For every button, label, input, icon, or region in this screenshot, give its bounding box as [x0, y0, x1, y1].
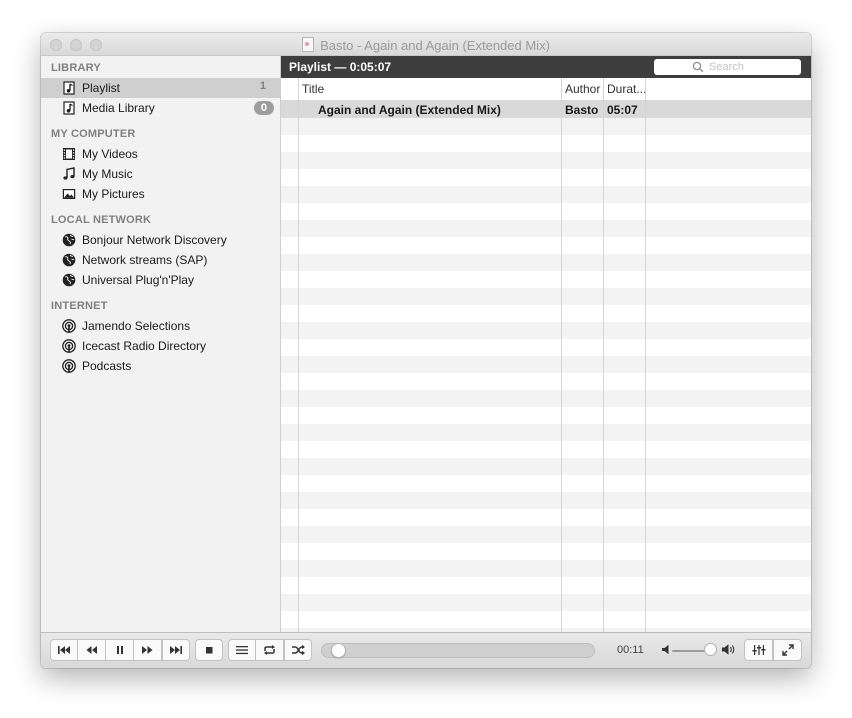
sidebar-item-jamendo[interactable]: Jamendo Selections — [41, 316, 280, 336]
control-bar: 00:11 — [41, 632, 811, 668]
skip-forward-icon — [170, 646, 182, 654]
pause-button[interactable] — [106, 639, 134, 661]
section-local-network: LOCAL NETWORK — [51, 214, 152, 226]
volume-mute-icon[interactable] — [662, 644, 670, 655]
podcast-icon — [62, 339, 76, 353]
sidebar-item-my-music[interactable]: My Music — [41, 164, 280, 184]
section-library: LIBRARY — [51, 62, 101, 74]
sidebar-item-icecast[interactable]: Icecast Radio Directory — [41, 336, 280, 356]
playlist-toggle-button[interactable] — [228, 639, 256, 661]
playlist-rows — [281, 101, 811, 632]
window-title-text: Basto - Again and Again (Extended Mix) — [320, 38, 550, 53]
music-note-icon — [63, 167, 75, 180]
repeat-button[interactable] — [256, 639, 284, 661]
pause-icon — [116, 646, 123, 654]
sidebar-item-sap[interactable]: Network streams (SAP) — [41, 250, 280, 270]
repeat-icon — [264, 645, 275, 655]
next-track-button[interactable] — [162, 639, 190, 661]
podcast-icon — [62, 359, 76, 373]
column-divider — [603, 78, 604, 632]
section-my-computer: MY COMPUTER — [51, 128, 136, 140]
volume-max-icon[interactable] — [722, 643, 736, 656]
podcast-icon — [62, 319, 76, 333]
column-divider — [298, 78, 299, 632]
sidebar-item-label: Bonjour Network Discovery — [82, 233, 227, 247]
network-globe-icon — [62, 233, 76, 247]
media-library-icon — [63, 101, 75, 115]
sidebar-item-label: Icecast Radio Directory — [82, 339, 207, 353]
fast-forward-button[interactable] — [134, 639, 162, 661]
sidebar-item-label: Jamendo Selections — [82, 319, 191, 333]
title-bar: Basto - Again and Again (Extended Mix) — [41, 33, 811, 56]
playback-progress-slider[interactable] — [321, 643, 595, 658]
column-header-author[interactable]: Author — [565, 82, 600, 96]
sidebar-item-my-pictures[interactable]: My Pictures — [41, 184, 280, 204]
count-badge: 0 — [253, 101, 274, 115]
stop-button[interactable] — [195, 639, 223, 661]
sidebar-item-my-videos[interactable]: My Videos — [41, 144, 280, 164]
rewind-icon — [86, 646, 97, 654]
fast-forward-icon — [142, 646, 153, 654]
row-author: Basto — [565, 103, 599, 117]
column-header-duration[interactable]: Durat... — [607, 82, 646, 96]
shuffle-button[interactable] — [284, 639, 312, 661]
search-placeholder: Search — [709, 61, 744, 73]
window-title: Basto - Again and Again (Extended Mix) — [41, 37, 811, 53]
sidebar-item-bonjour[interactable]: Bonjour Network Discovery — [41, 230, 280, 250]
progress-knob[interactable] — [331, 643, 346, 658]
vlc-window: Basto - Again and Again (Extended Mix) L… — [41, 33, 811, 668]
row-duration: 05:07 — [607, 103, 638, 117]
playlist-panel: Playlist — 0:05:07 Search Title Author D… — [281, 56, 811, 632]
list-icon — [236, 646, 248, 655]
search-field[interactable]: Search — [654, 59, 801, 75]
playlist-title: Playlist — 0:05:07 — [289, 60, 392, 74]
sidebar-item-label: Network streams (SAP) — [82, 253, 208, 267]
previous-track-button[interactable] — [50, 639, 78, 661]
sidebar-item-upnp[interactable]: Universal Plug'n'Play — [41, 270, 280, 290]
fullscreen-icon — [781, 644, 794, 656]
film-icon — [63, 148, 75, 160]
section-internet: INTERNET — [51, 300, 108, 312]
row-title: Again and Again (Extended Mix) — [318, 103, 501, 117]
column-divider — [645, 78, 646, 632]
column-divider — [561, 78, 562, 632]
sidebar-item-label: My Music — [82, 167, 133, 181]
equalizer-icon — [752, 645, 765, 655]
sidebar-item-label: My Pictures — [82, 187, 145, 201]
table-row[interactable]: Again and Again (Extended Mix) Basto 05:… — [281, 101, 811, 118]
sidebar-item-media-library[interactable]: Media Library 0 — [41, 98, 280, 118]
sidebar-item-playlist[interactable]: Playlist 1 — [41, 78, 280, 98]
fullscreen-button[interactable] — [773, 639, 802, 661]
sidebar-item-label: Podcasts — [82, 359, 132, 373]
sidebar-item-label: Media Library — [82, 101, 155, 115]
equalizer-button[interactable] — [744, 639, 773, 661]
count-badge: 1 — [259, 80, 266, 92]
sidebar-item-label: My Videos — [82, 147, 138, 161]
playlist-header: Playlist — 0:05:07 Search — [281, 56, 811, 78]
sidebar: LIBRARY Playlist 1 Media Library 0 MY CO… — [41, 56, 281, 632]
network-globe-icon — [62, 273, 76, 287]
sidebar-item-label: Playlist — [82, 81, 121, 95]
volume-knob[interactable] — [704, 643, 717, 656]
stop-icon — [206, 647, 213, 654]
search-icon — [692, 61, 704, 73]
elapsed-time: 00:11 — [617, 644, 644, 656]
network-globe-icon — [62, 253, 76, 267]
shuffle-icon — [291, 644, 305, 656]
table-header: Title Author Durat... — [281, 78, 811, 101]
sidebar-item-label: Universal Plug'n'Play — [82, 273, 194, 287]
skip-back-icon — [58, 646, 70, 654]
document-icon — [302, 37, 315, 52]
column-header-title[interactable]: Title — [302, 82, 324, 96]
rewind-button[interactable] — [78, 639, 106, 661]
picture-icon — [62, 189, 76, 199]
playlist-icon — [63, 81, 75, 95]
sidebar-item-podcasts[interactable]: Podcasts — [41, 356, 280, 376]
